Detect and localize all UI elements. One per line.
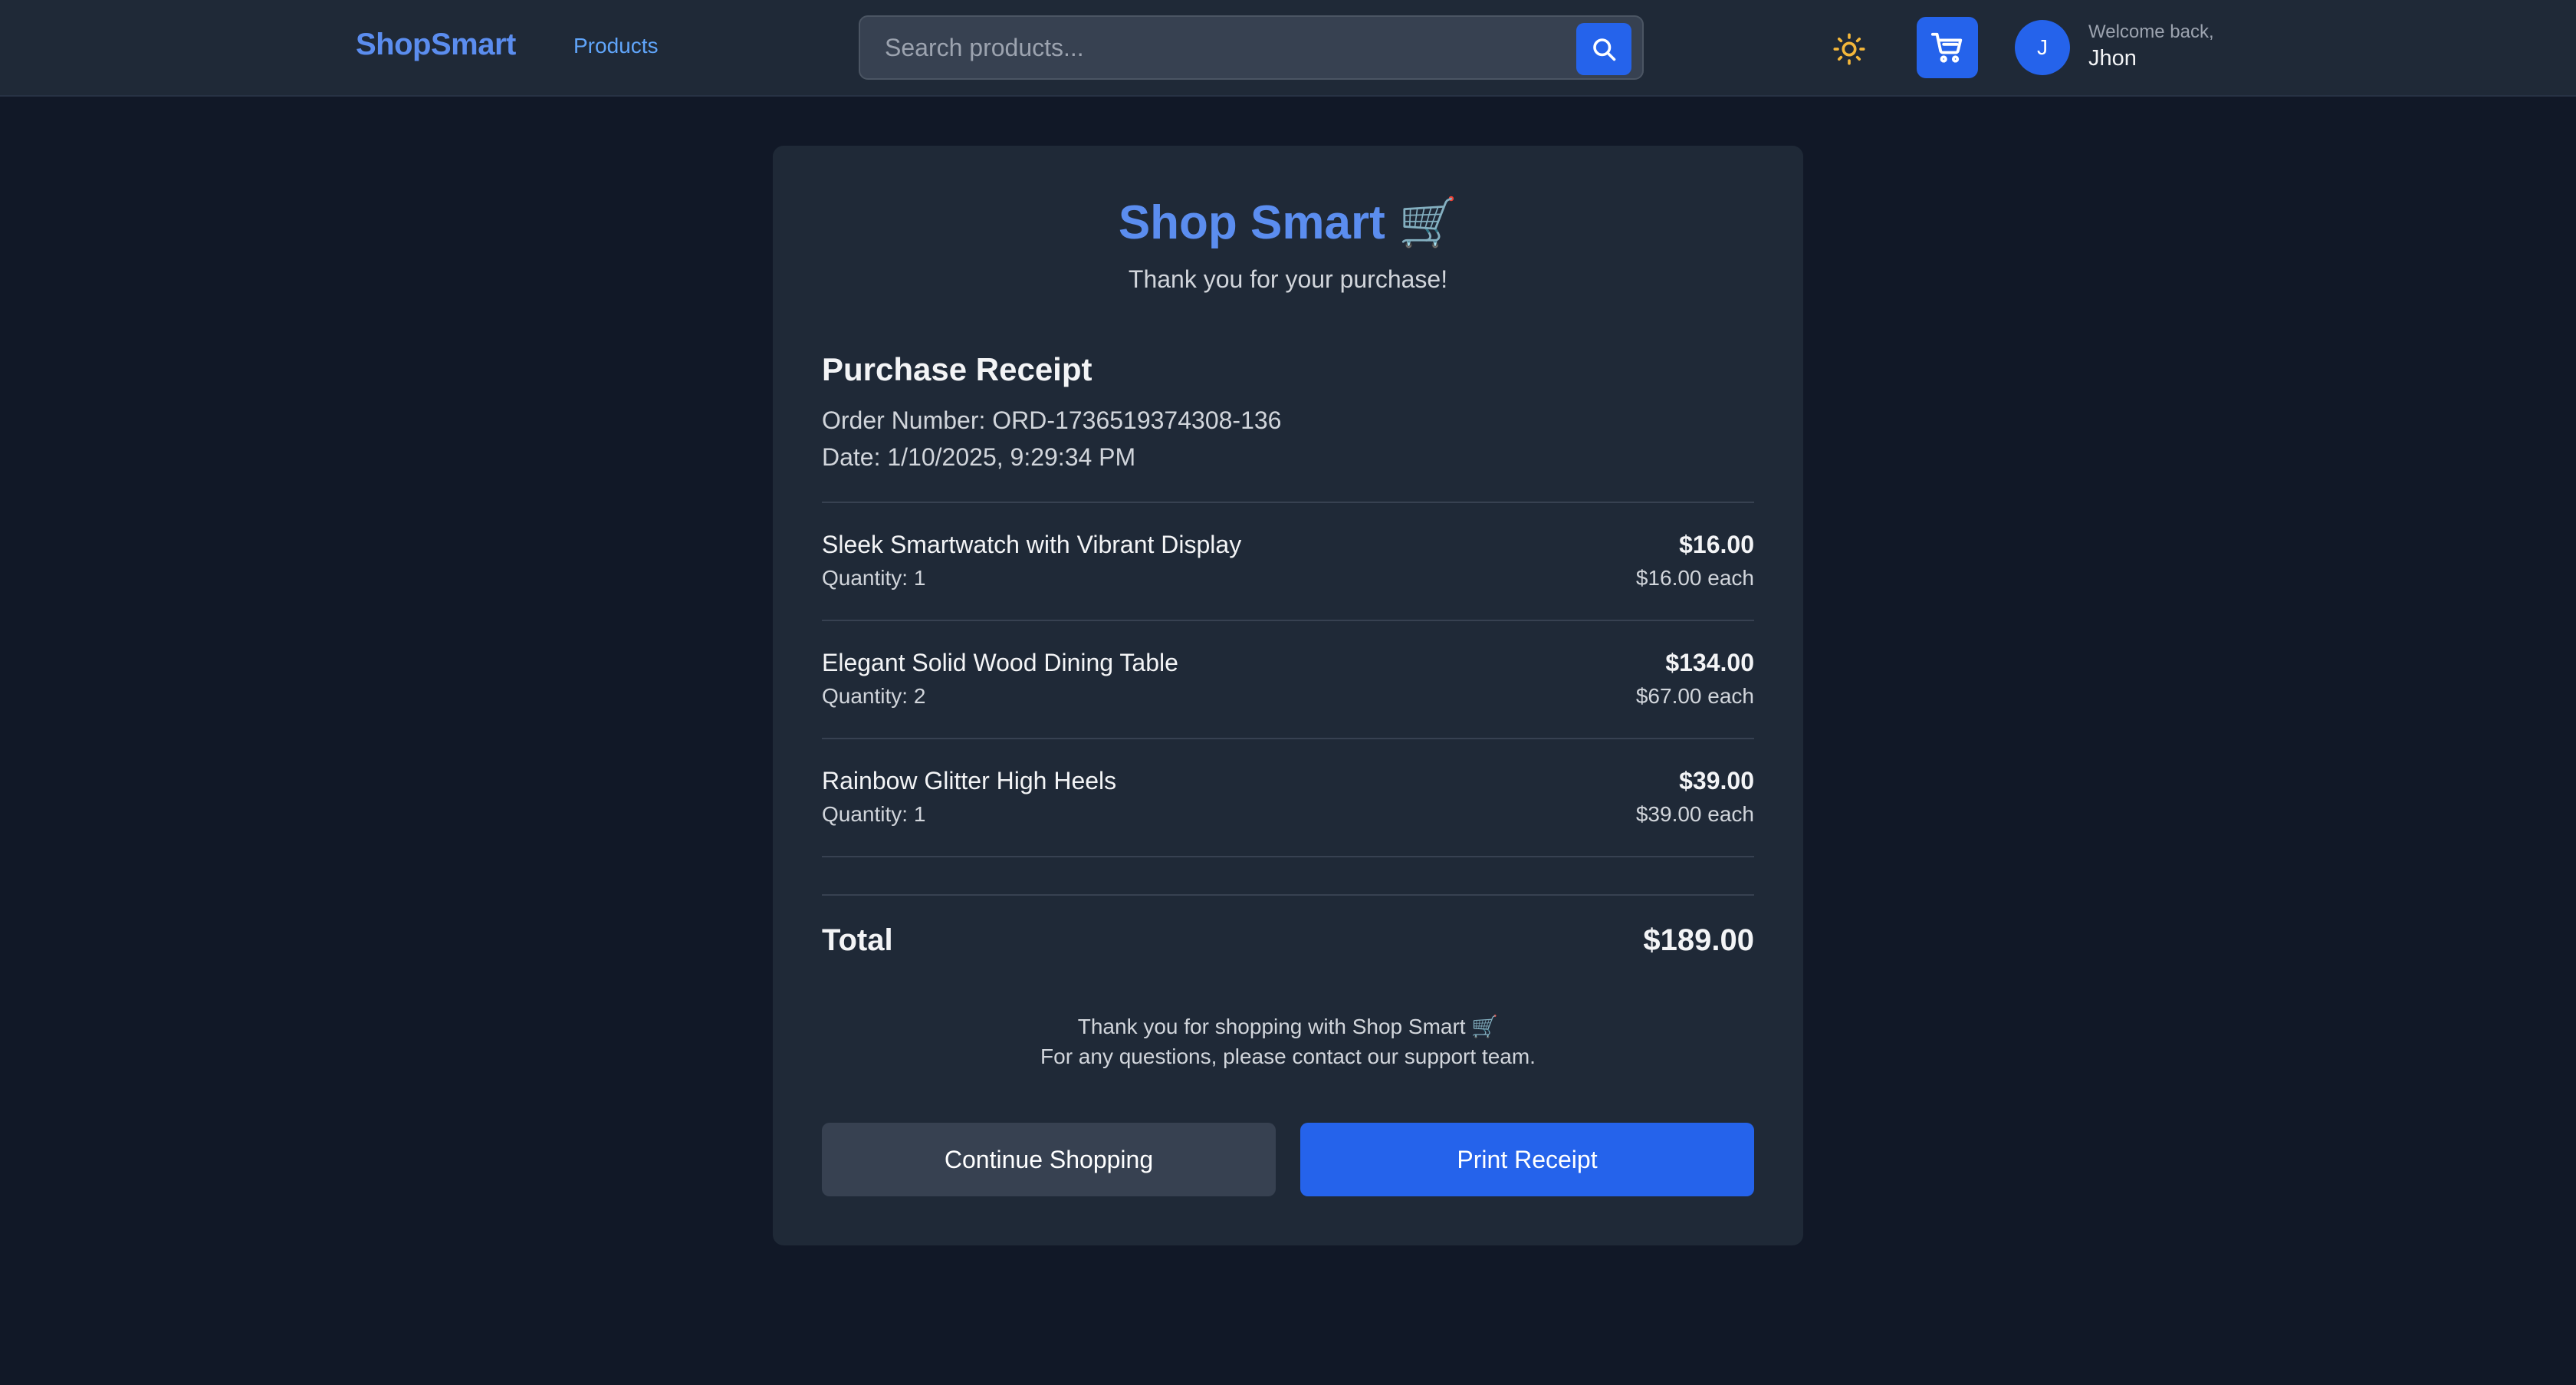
welcome-text: Welcome back, [2088, 21, 2214, 42]
line-item: Rainbow Glitter High Heels Quantity: 1 $… [822, 739, 1754, 857]
receipt-heading: Purchase Receipt [822, 351, 1092, 387]
search-icon [1593, 38, 1616, 61]
top-navigation-bar: ShopSmart Products Search products... J … [0, 0, 2576, 97]
receipt-shop-title: Shop Smart 🛒 [773, 195, 1803, 251]
footer-thanks-text: Thank you for shopping with Shop Smart [1077, 1015, 1466, 1038]
item-total-price: $16.00 [1679, 531, 1754, 558]
item-quantity: Quantity: 2 [822, 684, 926, 708]
thank-you-message: Thank you for your purchase! [1128, 265, 1448, 293]
item-name: Rainbow Glitter High Heels [822, 767, 1117, 794]
user-avatar[interactable]: J [2015, 20, 2070, 75]
item-total-price: $134.00 [1665, 649, 1754, 676]
nav-link-products[interactable]: Products [573, 34, 659, 58]
total-label: Total [822, 923, 893, 957]
line-item: Elegant Solid Wood Dining Table Quantity… [822, 621, 1754, 739]
item-quantity: Quantity: 1 [822, 802, 926, 826]
brand-logo-link[interactable]: ShopSmart [356, 28, 516, 62]
order-date: Date: 1/10/2025, 9:29:34 PM [822, 443, 1136, 471]
cart-emoji-icon: 🛒 [1398, 196, 1458, 249]
item-unit-price: $16.00 each [1635, 566, 1754, 590]
theme-toggle-button[interactable] [1828, 28, 1871, 71]
cart-emoji-icon: 🛒 [1471, 1015, 1499, 1038]
search-input[interactable] [860, 17, 1550, 78]
sun-icon [1833, 33, 1865, 65]
continue-shopping-button[interactable]: Continue Shopping [822, 1123, 1276, 1196]
item-unit-price: $67.00 each [1635, 684, 1754, 708]
footer-thanks: Thank you for shopping with Shop Smart 🛒 [773, 1014, 1803, 1039]
total-divider [822, 894, 1754, 896]
search-bar [859, 15, 1644, 80]
receipt-card: Shop Smart 🛒 Thank you for your purchase… [773, 146, 1803, 1245]
line-item: Sleek Smartwatch with Vibrant Display Qu… [822, 503, 1754, 621]
search-button[interactable] [1576, 23, 1631, 75]
cart-icon [1930, 32, 1963, 63]
print-receipt-button[interactable]: Print Receipt [1300, 1123, 1754, 1196]
shop-title-text: Shop Smart [1118, 196, 1385, 249]
order-number: Order Number: ORD-1736519374308-136 [822, 406, 1282, 434]
user-name: Jhon [2088, 46, 2137, 71]
item-total-price: $39.00 [1679, 767, 1754, 794]
item-name: Elegant Solid Wood Dining Table [822, 649, 1178, 676]
cart-button[interactable] [1917, 17, 1978, 78]
footer-support-note: For any questions, please contact our su… [1040, 1045, 1536, 1068]
item-name: Sleek Smartwatch with Vibrant Display [822, 531, 1242, 558]
item-unit-price: $39.00 each [1635, 802, 1754, 826]
item-quantity: Quantity: 1 [822, 566, 926, 590]
total-amount: $189.00 [1643, 923, 1754, 957]
divider [822, 856, 1754, 857]
